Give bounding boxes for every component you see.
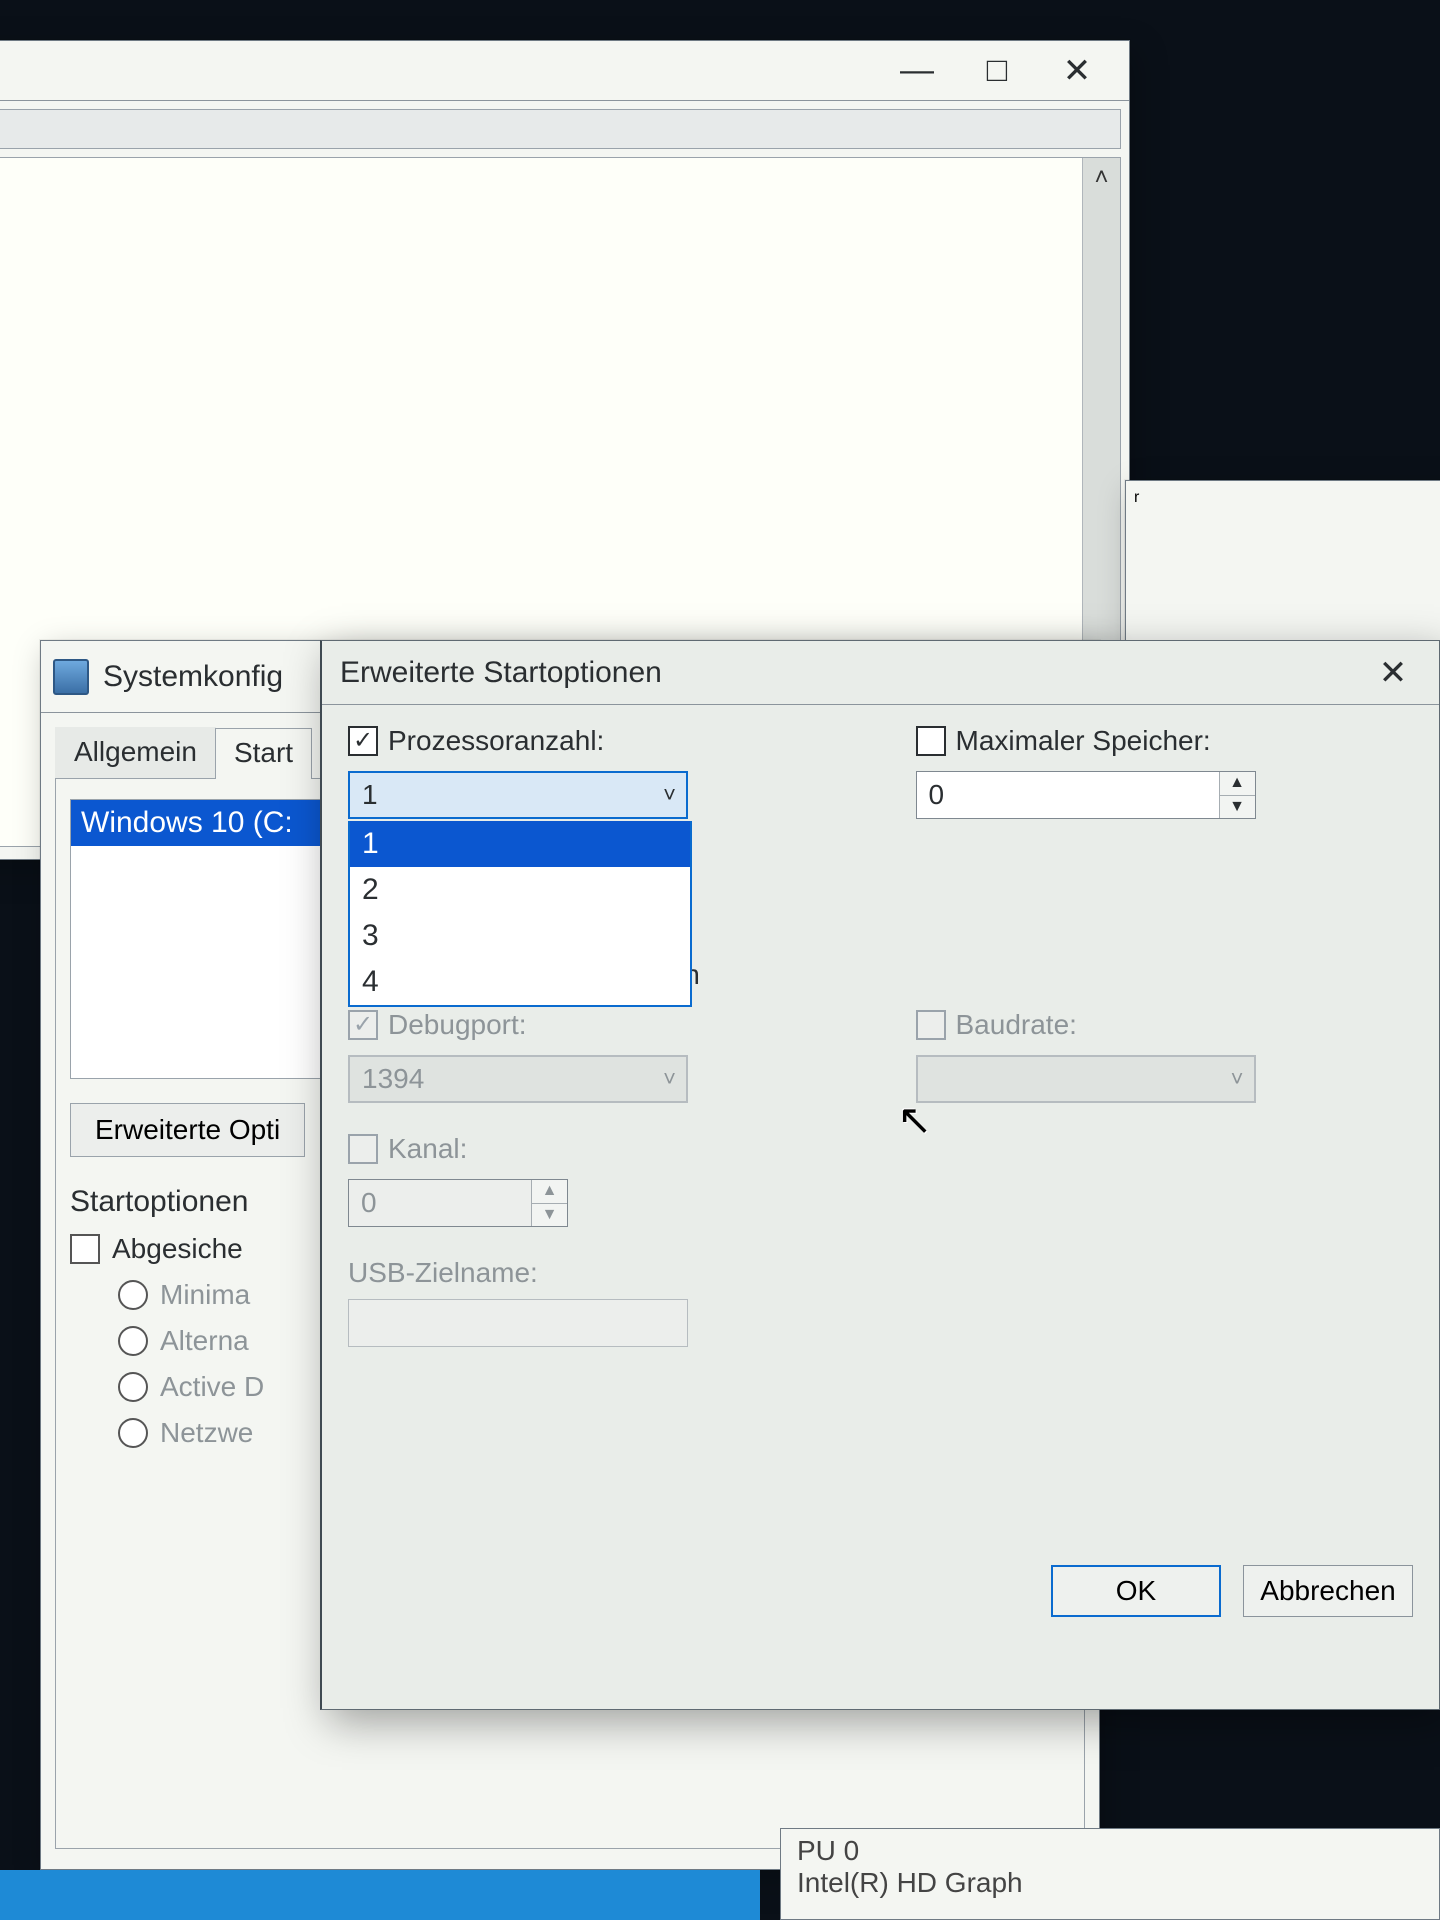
channel-spinner: 0 ▲ ▼ [348,1179,568,1227]
usb-target-input [348,1299,688,1347]
chevron-down-icon: ˅ [663,782,676,808]
baudrate-combo: ˅ [916,1055,1256,1103]
chevron-down-icon: ˅ [1231,1066,1244,1092]
processors-dropdown: 1 2 3 4 [348,821,692,1007]
dialog-close-button[interactable]: ✕ [1365,649,1421,697]
spinner-down-button: ▼ [532,1204,567,1227]
checkbox-icon [916,726,946,756]
baudrate-label: Baudrate: [956,1009,1077,1041]
right-peek-text: r [1134,489,1139,506]
radio-network-label: Netzwe [160,1417,253,1449]
baudrate-checkbox: Baudrate: [916,1009,1414,1041]
taskbar-active-strip [0,1870,760,1920]
channel-checkbox: Kanal: [348,1133,846,1165]
radio-minimal-label: Minima [160,1279,250,1311]
radio-alternate-label: Alterna [160,1325,249,1357]
processors-option-1[interactable]: 1 [350,821,690,867]
debugport-label: Debugport: [388,1009,527,1041]
processors-option-4[interactable]: 4 [350,959,690,1005]
tab-general[interactable]: Allgemein [55,727,216,778]
debugport-checkbox: ✓ Debugport: [348,1009,846,1041]
checkbox-disabled-icon [916,1010,946,1040]
minimize-button[interactable]: — [877,41,957,101]
processors-checkbox[interactable]: ✓ Prozessoranzahl: [348,725,846,757]
background-window-toolbar [0,109,1121,149]
background-window-titlebar: — □ ✕ [0,41,1129,101]
maxmem-value: 0 [917,779,1219,811]
scroll-up-button[interactable]: ˄ [1083,158,1120,198]
debugport-value: 1394 [362,1063,424,1095]
processors-option-2[interactable]: 2 [350,867,690,913]
right-peek-body: r [1126,481,1440,515]
radio-icon [118,1326,148,1356]
close-button[interactable]: ✕ [1037,41,1117,101]
taskmanager-line2: Intel(R) HD Graph [797,1867,1423,1899]
msconfig-icon [53,659,89,695]
safe-boot-label: Abgesiche [112,1233,243,1265]
advanced-options-button[interactable]: Erweiterte Opti [70,1103,305,1157]
radio-icon [118,1418,148,1448]
spinner-down-button[interactable]: ▼ [1220,796,1255,819]
spinner-up-button[interactable]: ▲ [1220,772,1255,796]
processors-combo[interactable]: 1 ˅ 1 2 3 4 [348,771,688,819]
maxmem-checkbox[interactable]: Maximaler Speicher: [916,725,1414,757]
dialog-titlebar[interactable]: Erweiterte Startoptionen ✕ [322,641,1439,705]
dialog-title: Erweiterte Startoptionen [340,656,662,690]
usb-target-label-row: USB-Zielname: [348,1257,846,1289]
advanced-start-options-dialog: Erweiterte Startoptionen ✕ ✓ Prozessoran… [320,640,1440,1710]
checkbox-disabled-icon [348,1134,378,1164]
checkbox-disabled-icon: ✓ [348,1010,378,1040]
ok-button[interactable]: OK [1051,1565,1221,1617]
taskmanager-line1: PU 0 [797,1835,1423,1867]
chevron-down-icon: ˅ [663,1066,676,1092]
cancel-button[interactable]: Abbrechen [1243,1565,1413,1617]
maxmem-label: Maximaler Speicher: [956,725,1211,757]
tab-start[interactable]: Start [215,728,312,779]
dialog-button-row: OK Abbrechen [1051,1565,1413,1617]
debugport-combo: 1394 ˅ [348,1055,688,1103]
taskmanager-peek: PU 0 Intel(R) HD Graph [780,1828,1440,1920]
channel-label: Kanal: [388,1133,467,1165]
checkbox-icon [70,1234,100,1264]
maximize-button[interactable]: □ [957,41,1037,101]
radio-icon [118,1280,148,1310]
processors-label: Prozessoranzahl: [388,725,604,757]
processors-selected-value: 1 [362,779,378,811]
checkbox-checked-icon: ✓ [348,726,378,756]
maxmem-spinner[interactable]: 0 ▲ ▼ [916,771,1256,819]
spinner-up-button: ▲ [532,1180,567,1204]
usb-target-label: USB-Zielname: [348,1257,538,1289]
radio-ad-label: Active D [160,1371,264,1403]
radio-icon [118,1372,148,1402]
channel-value: 0 [349,1187,531,1219]
processors-option-3[interactable]: 3 [350,913,690,959]
